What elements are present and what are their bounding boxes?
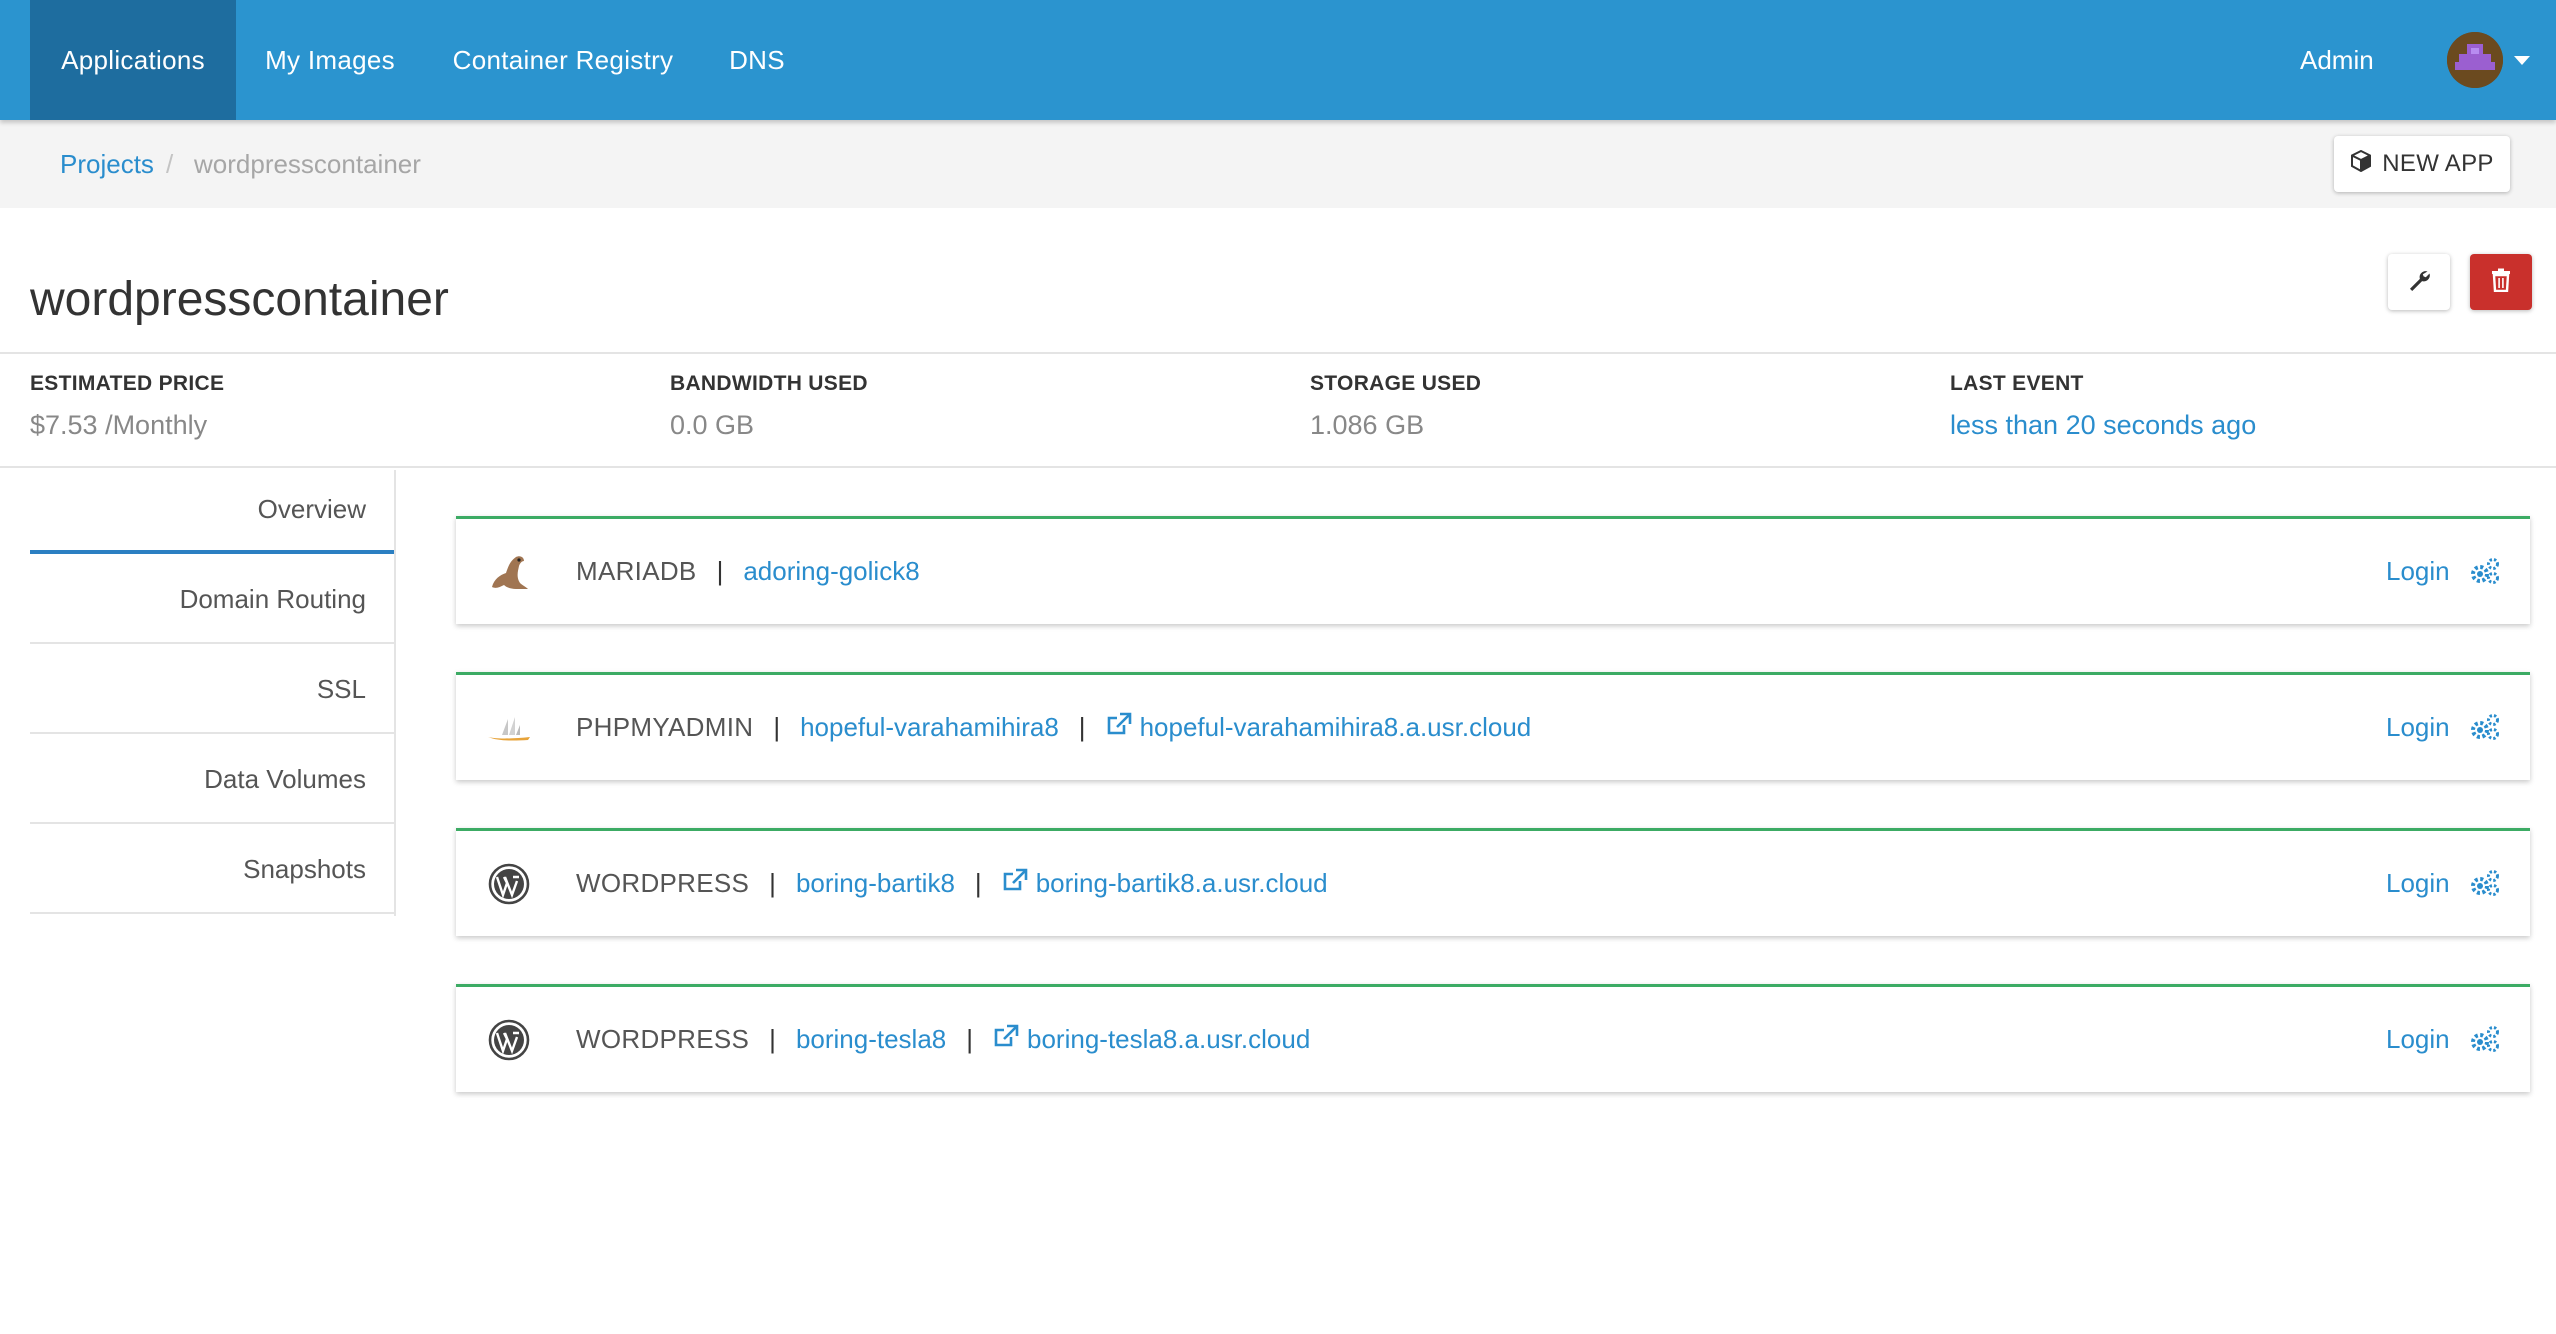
external-link-icon bbox=[1002, 868, 1028, 899]
external-url-link[interactable]: hopeful-varahamihira8.a.usr.cloud bbox=[1106, 711, 1532, 743]
login-link[interactable]: Login bbox=[2386, 675, 2450, 779]
stat-label: ESTIMATED PRICE bbox=[30, 372, 225, 395]
breadcrumb: Projects / wordpresscontainer bbox=[0, 120, 2556, 208]
wordpress-icon bbox=[486, 861, 532, 907]
separator: | bbox=[773, 711, 781, 742]
stat-label: BANDWIDTH USED bbox=[670, 372, 868, 395]
external-url: boring-tesla8.a.usr.cloud bbox=[1027, 1023, 1311, 1054]
new-app-button[interactable]: NEW APP bbox=[2334, 136, 2510, 192]
last-event-link[interactable]: less than 20 seconds ago bbox=[1950, 410, 2256, 441]
separator: | bbox=[1078, 711, 1086, 742]
nav-tab-my-images[interactable]: My Images bbox=[236, 0, 424, 120]
separator: | bbox=[716, 555, 724, 586]
page-title: wordpresscontainer bbox=[30, 273, 449, 326]
wrench-icon bbox=[2407, 268, 2431, 297]
external-link-icon bbox=[993, 1024, 1019, 1055]
tab-ssl[interactable]: SSL bbox=[30, 646, 394, 734]
external-url: boring-bartik8.a.usr.cloud bbox=[1035, 867, 1328, 898]
nav-tab-dns[interactable]: DNS bbox=[702, 0, 812, 120]
stat-value: $7.53 /Monthly bbox=[30, 410, 208, 440]
cube-icon bbox=[2350, 149, 2372, 179]
stat-label: STORAGE USED bbox=[1310, 372, 1482, 395]
stat-storage-used: STORAGE USED 1.086 GB bbox=[1310, 372, 1481, 441]
gears-icon[interactable] bbox=[2470, 1025, 2500, 1053]
nav-tab-container-registry[interactable]: Container Registry bbox=[424, 0, 702, 120]
delete-project-button[interactable] bbox=[2470, 254, 2532, 310]
phpmyadmin-sail-icon bbox=[486, 705, 532, 751]
app-type: MARIADB bbox=[576, 555, 697, 586]
app-name-link[interactable]: hopeful-varahamihira8 bbox=[800, 712, 1059, 743]
breadcrumb-projects-link[interactable]: Projects bbox=[60, 120, 154, 208]
app-card-wordpress: WORDPRESS | boring-bartik8 | boring-bart… bbox=[456, 828, 2530, 936]
top-nav: Applications My Images Container Registr… bbox=[0, 0, 2556, 120]
tab-snapshots[interactable]: Snapshots bbox=[30, 826, 394, 914]
external-url-link[interactable]: boring-tesla8.a.usr.cloud bbox=[993, 1024, 1310, 1055]
external-link-icon bbox=[1106, 712, 1132, 743]
side-tabs-divider bbox=[394, 470, 396, 916]
app-type: PHPMYADMIN bbox=[576, 711, 754, 742]
divider bbox=[0, 352, 2556, 354]
wordpress-icon bbox=[486, 1017, 532, 1063]
login-link[interactable]: Login bbox=[2386, 987, 2450, 1091]
avatar-icon[interactable] bbox=[2447, 32, 2503, 88]
gears-icon[interactable] bbox=[2470, 557, 2500, 585]
tab-domain-routing[interactable]: Domain Routing bbox=[30, 556, 394, 644]
stat-last-event: LAST EVENT less than 20 seconds ago bbox=[1950, 372, 2256, 441]
breadcrumb-current: wordpresscontainer bbox=[194, 148, 421, 179]
trash-icon bbox=[2490, 268, 2512, 297]
nav-tab-applications[interactable]: Applications bbox=[30, 0, 236, 120]
tab-overview[interactable]: Overview bbox=[30, 468, 394, 554]
app-name-link[interactable]: adoring-golick8 bbox=[743, 556, 919, 587]
gears-icon[interactable] bbox=[2470, 713, 2500, 741]
separator: | bbox=[974, 867, 982, 898]
login-link[interactable]: Login bbox=[2386, 519, 2450, 623]
login-link[interactable]: Login bbox=[2386, 831, 2450, 935]
app-name-link[interactable]: boring-tesla8 bbox=[796, 1024, 946, 1055]
mariadb-seal-icon bbox=[486, 549, 532, 595]
gears-icon[interactable] bbox=[2470, 869, 2500, 897]
stat-estimated-price: ESTIMATED PRICE $7.53 /Monthly bbox=[30, 372, 224, 441]
tab-data-volumes[interactable]: Data Volumes bbox=[30, 736, 394, 824]
separator: | bbox=[769, 1023, 776, 1054]
admin-link[interactable]: Admin bbox=[2300, 0, 2374, 120]
stat-value: 0.0 GB bbox=[670, 410, 755, 440]
stat-bandwidth-used: BANDWIDTH USED 0.0 GB bbox=[670, 372, 868, 441]
app-card-phpmyadmin: PHPMYADMIN | hopeful-varahamihira8 | hop… bbox=[456, 672, 2530, 780]
app-type: WORDPRESS bbox=[576, 867, 750, 898]
app-name-link[interactable]: boring-bartik8 bbox=[796, 868, 955, 899]
app-type: WORDPRESS bbox=[576, 1023, 750, 1054]
chevron-down-icon[interactable] bbox=[2514, 56, 2530, 65]
app-card-mariadb: MARIADB | adoring-golick8 Login bbox=[456, 516, 2530, 624]
external-url-link[interactable]: boring-bartik8.a.usr.cloud bbox=[1002, 868, 1328, 899]
separator: | bbox=[769, 867, 776, 898]
stat-label: LAST EVENT bbox=[1950, 372, 2084, 395]
external-url: hopeful-varahamihira8.a.usr.cloud bbox=[1139, 711, 1532, 742]
separator: | bbox=[966, 1023, 974, 1054]
breadcrumb-separator: / bbox=[166, 148, 174, 179]
app-card-wordpress: WORDPRESS | boring-tesla8 | boring-tesla… bbox=[456, 984, 2530, 1092]
stat-value: 1.086 GB bbox=[1310, 410, 1425, 440]
new-app-label: NEW APP bbox=[2382, 150, 2494, 177]
settings-button[interactable] bbox=[2388, 254, 2450, 310]
